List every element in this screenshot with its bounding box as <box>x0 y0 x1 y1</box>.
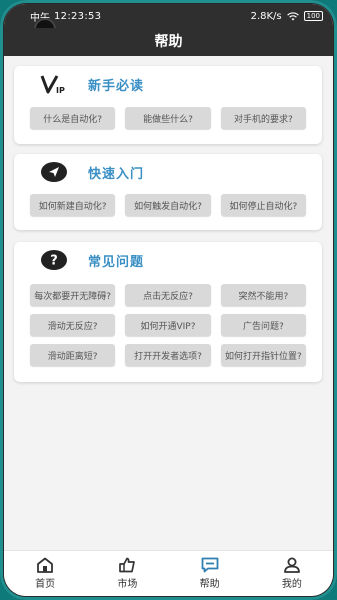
faq-what-can-do-button[interactable]: 能做些什么? <box>125 107 211 129</box>
section-title: 常见问题 <box>88 254 145 270</box>
tab-label: 我的 <box>281 579 302 590</box>
status-speed: 2.8K/s <box>250 10 282 22</box>
status-bar: 中午 12:23:53 2.8K/s 100 <box>4 4 333 28</box>
market-icon <box>119 557 136 573</box>
svg-text:?: ? <box>50 254 58 269</box>
section-common-questions: ? 常见问题 每次都要开无障碍? 点击无反应? 突然不能用? 滑动无反应? 如何… <box>14 242 322 382</box>
faq-swipe-no-response-button[interactable]: 滑动无反应? <box>30 314 116 336</box>
tab-label: 帮助 <box>199 579 220 590</box>
faq-open-vip-button[interactable]: 如何开通VIP? <box>125 314 211 336</box>
battery-icon: 100 <box>303 11 323 21</box>
vip-icon: IP <box>40 73 68 95</box>
profile-icon <box>283 557 300 573</box>
home-icon <box>37 557 54 573</box>
phone-frame: 中午 12:23:53 2.8K/s 100 帮助 IP 新手必读 什么是自动化… <box>0 0 337 600</box>
faq-stop-automation-button[interactable]: 如何停止自动化? <box>220 194 306 216</box>
svg-text:IP: IP <box>56 86 65 95</box>
bottom-tab-bar: 首页 市场 帮助 我的 <box>4 550 333 596</box>
tab-label: 市场 <box>117 579 138 590</box>
tab-label: 首页 <box>35 579 56 590</box>
help-icon <box>201 557 219 573</box>
section-title: 新手必读 <box>88 78 145 94</box>
faq-ads-button[interactable]: 广告问题? <box>220 314 306 336</box>
faq-click-no-response-button[interactable]: 点击无反应? <box>125 284 211 306</box>
screen: 中午 12:23:53 2.8K/s 100 帮助 IP 新手必读 什么是自动化… <box>4 4 333 596</box>
help-content: IP 新手必读 什么是自动化? 能做些什么? 对手机的要求? 快速入门 如何新建… <box>4 56 333 546</box>
faq-accessibility-every-time-button[interactable]: 每次都要开无障碍? <box>30 284 116 306</box>
navigation-arrow-icon <box>40 161 68 183</box>
question-icon: ? <box>40 249 68 271</box>
status-time: 12:23:53 <box>54 10 102 22</box>
tab-market[interactable]: 市场 <box>86 551 168 596</box>
tab-profile[interactable]: 我的 <box>251 551 333 596</box>
faq-pointer-location-button[interactable]: 如何打开指针位置? <box>220 344 306 366</box>
faq-swipe-distance-short-button[interactable]: 滑动距离短? <box>30 344 116 366</box>
section-title: 快速入门 <box>88 166 145 182</box>
section-quickstart: 快速入门 如何新建自动化? 如何触发自动化? 如何停止自动化? <box>14 154 322 230</box>
section-beginner: IP 新手必读 什么是自动化? 能做些什么? 对手机的要求? <box>14 66 322 144</box>
faq-phone-requirements-button[interactable]: 对手机的要求? <box>220 107 306 129</box>
tab-help[interactable]: 帮助 <box>169 551 251 596</box>
tab-home[interactable]: 首页 <box>4 551 86 596</box>
faq-developer-options-button[interactable]: 打开开发者选项? <box>125 344 211 366</box>
page-title: 帮助 <box>4 28 333 56</box>
wifi-icon <box>286 11 299 20</box>
faq-create-automation-button[interactable]: 如何新建自动化? <box>30 194 116 216</box>
faq-suddenly-not-working-button[interactable]: 突然不能用? <box>220 284 306 306</box>
faq-what-is-automation-button[interactable]: 什么是自动化? <box>30 107 116 129</box>
faq-trigger-automation-button[interactable]: 如何触发自动化? <box>125 194 211 216</box>
